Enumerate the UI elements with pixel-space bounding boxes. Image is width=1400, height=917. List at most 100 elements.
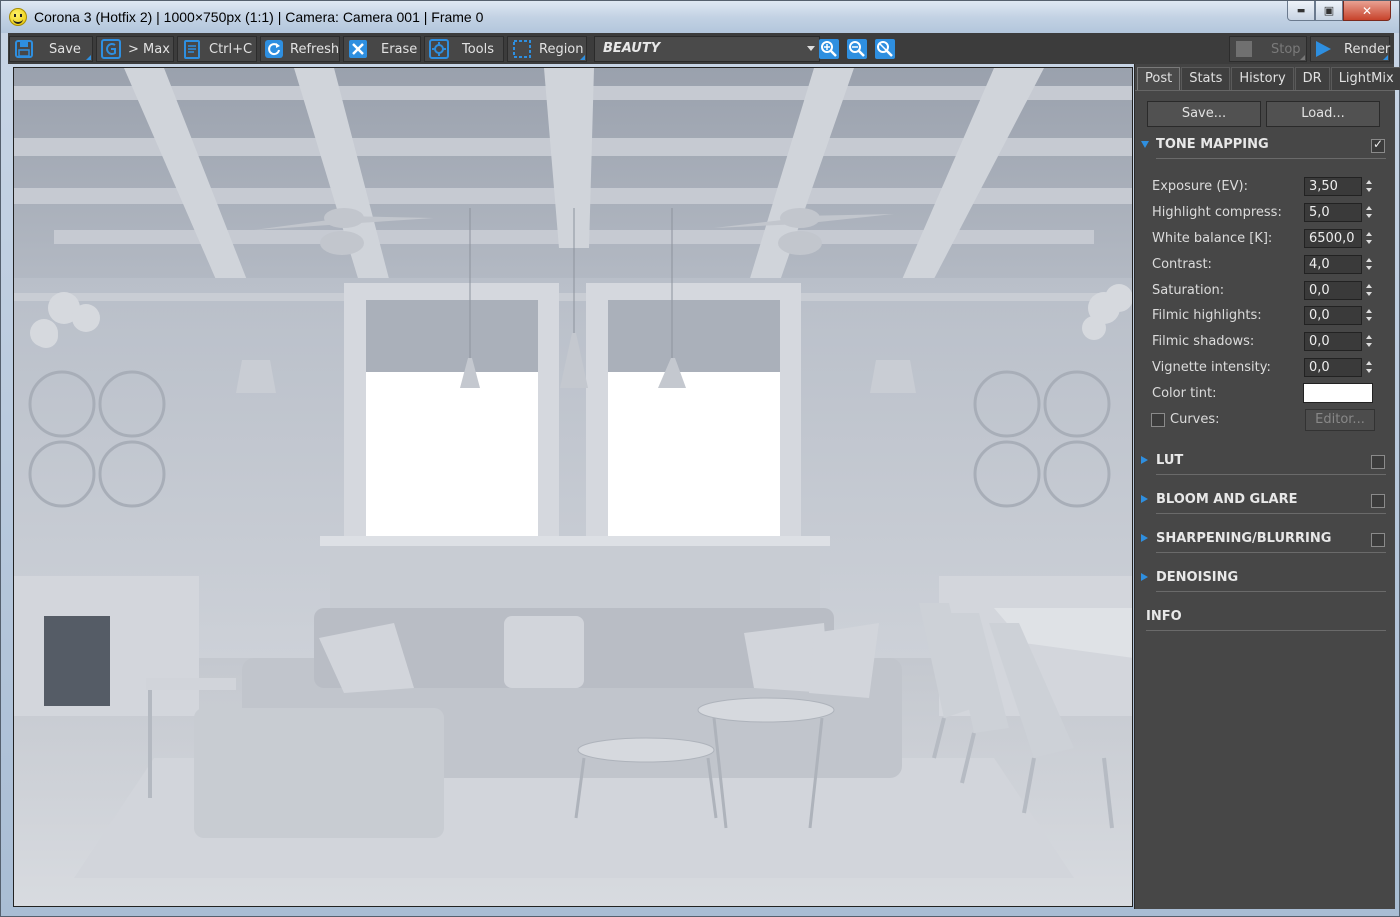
section-info[interactable]: INFO bbox=[1141, 607, 1386, 631]
render-pass-value: BEAUTY bbox=[603, 41, 661, 56]
section-divider bbox=[1156, 474, 1386, 475]
vignette-intensity-row: Vignette intensity: 0,0 bbox=[1152, 357, 1392, 379]
collapse-triangle-icon bbox=[1141, 495, 1148, 503]
color-tint-swatch[interactable] bbox=[1303, 383, 1373, 403]
close-icon: ✕ bbox=[1361, 3, 1373, 18]
render-pass-select[interactable]: BEAUTY bbox=[594, 36, 820, 62]
zoom-in-button[interactable] bbox=[816, 36, 842, 62]
stop-square-icon bbox=[1233, 38, 1255, 60]
window-title: Corona 3 (Hotfix 2) | 1000×750px (1:1) |… bbox=[34, 9, 484, 25]
filmic-highlights-input[interactable]: 0,0 bbox=[1304, 306, 1362, 325]
section-title: TONE MAPPING bbox=[1156, 137, 1269, 152]
section-divider bbox=[1156, 513, 1386, 514]
curves-editor-button[interactable]: Editor... bbox=[1305, 409, 1375, 431]
app-window: Corona 3 (Hotfix 2) | 1000×750px (1:1) |… bbox=[0, 0, 1400, 917]
vignette-intensity-input[interactable]: 0,0 bbox=[1304, 358, 1362, 377]
refresh-button[interactable]: Refresh bbox=[260, 36, 340, 62]
contrast-input[interactable]: 4,0 bbox=[1304, 255, 1362, 274]
saturation-row: Saturation: 0,0 bbox=[1152, 280, 1392, 302]
erase-button[interactable]: Erase bbox=[343, 36, 421, 62]
bloom-checkbox[interactable] bbox=[1371, 494, 1385, 508]
spinner-arrows-icon[interactable] bbox=[1364, 229, 1374, 248]
save-label: Save bbox=[49, 41, 81, 57]
minimize-button[interactable]: ▬ bbox=[1287, 1, 1315, 21]
highlight-compress-input[interactable]: 5,0 bbox=[1304, 203, 1362, 222]
section-tone-mapping[interactable]: TONE MAPPING bbox=[1141, 135, 1386, 159]
section-denoising[interactable]: DENOISING bbox=[1141, 568, 1386, 592]
spinner-arrows-icon[interactable] bbox=[1364, 203, 1374, 222]
color-tint-row: Color tint: bbox=[1152, 383, 1392, 405]
max-logo-icon bbox=[100, 38, 122, 60]
spinner-arrows-icon[interactable] bbox=[1364, 177, 1374, 196]
white-balance-input[interactable]: 6500,0 bbox=[1304, 229, 1362, 248]
panel-tabs: Post Stats History DR LightMix bbox=[1137, 67, 1400, 90]
exposure-input[interactable]: 3,50 bbox=[1304, 177, 1362, 196]
play-icon bbox=[1314, 38, 1332, 60]
zoom-out-button[interactable] bbox=[844, 36, 870, 62]
section-bloom-and-glare[interactable]: BLOOM AND GLARE bbox=[1141, 490, 1386, 514]
section-title: DENOISING bbox=[1156, 570, 1239, 585]
render-button[interactable]: Render bbox=[1310, 36, 1390, 62]
sharpening-checkbox[interactable] bbox=[1371, 533, 1385, 547]
spinner-arrows-icon[interactable] bbox=[1364, 332, 1374, 351]
tab-post[interactable]: Post bbox=[1137, 67, 1181, 90]
title-bar: Corona 3 (Hotfix 2) | 1000×750px (1:1) |… bbox=[1, 1, 1399, 33]
post-save-button[interactable]: Save... bbox=[1147, 101, 1261, 127]
saturation-input[interactable]: 0,0 bbox=[1304, 281, 1362, 300]
stop-button[interactable]: Stop bbox=[1229, 36, 1307, 62]
contrast-label: Contrast: bbox=[1152, 257, 1212, 272]
maximize-button[interactable]: ▣ bbox=[1315, 1, 1343, 21]
tab-lightmix[interactable]: LightMix bbox=[1330, 67, 1400, 90]
stop-label: Stop bbox=[1271, 41, 1301, 57]
zoom-in-icon bbox=[819, 39, 839, 59]
spinner-arrows-icon[interactable] bbox=[1364, 281, 1374, 300]
tools-label: Tools bbox=[462, 41, 495, 57]
dropdown-corner-icon bbox=[1383, 55, 1388, 60]
spinner-arrows-icon[interactable] bbox=[1364, 255, 1374, 274]
tab-stats[interactable]: Stats bbox=[1181, 67, 1231, 90]
spinner-arrows-icon[interactable] bbox=[1364, 358, 1374, 377]
zoom-fit-button[interactable] bbox=[872, 36, 898, 62]
max-label: > Max bbox=[128, 41, 170, 57]
filmic-shadows-input[interactable]: 0,0 bbox=[1304, 332, 1362, 351]
tone-mapping-checkbox[interactable] bbox=[1371, 137, 1385, 153]
curves-label: Curves: bbox=[1170, 412, 1220, 427]
exposure-row: Exposure (EV): 3,50 bbox=[1152, 176, 1392, 198]
render-viewport[interactable] bbox=[13, 67, 1133, 907]
copy-button[interactable]: Ctrl+C bbox=[177, 36, 257, 62]
color-tint-label: Color tint: bbox=[1152, 386, 1217, 401]
spinner-arrows-icon[interactable] bbox=[1364, 306, 1374, 325]
section-sharpening-blurring[interactable]: SHARPENING/BLURRING bbox=[1141, 529, 1386, 553]
lut-checkbox[interactable] bbox=[1371, 455, 1385, 469]
refresh-label: Refresh bbox=[290, 41, 340, 57]
refresh-icon bbox=[264, 38, 284, 60]
close-button[interactable]: ✕ bbox=[1343, 1, 1391, 21]
section-title: LUT bbox=[1156, 453, 1184, 468]
region-select-icon bbox=[511, 38, 533, 60]
copy-label: Ctrl+C bbox=[209, 41, 253, 57]
white-balance-row: White balance [K]: 6500,0 bbox=[1152, 228, 1392, 250]
tools-button[interactable]: Tools bbox=[424, 36, 504, 62]
highlight-compress-row: Highlight compress: 5,0 bbox=[1152, 202, 1392, 224]
collapse-triangle-icon bbox=[1141, 456, 1148, 464]
send-to-max-button[interactable]: > Max bbox=[96, 36, 174, 62]
section-divider bbox=[1156, 591, 1386, 592]
section-lut[interactable]: LUT bbox=[1141, 451, 1386, 475]
section-divider bbox=[1146, 630, 1386, 631]
gear-icon bbox=[428, 38, 450, 60]
dropdown-corner-icon bbox=[580, 55, 585, 60]
post-panel: Post Stats History DR LightMix Save... L… bbox=[1134, 64, 1400, 909]
zoom-out-icon bbox=[847, 39, 867, 59]
curves-checkbox[interactable] bbox=[1151, 413, 1165, 427]
region-button[interactable]: Region bbox=[507, 36, 587, 62]
region-label: Region bbox=[539, 41, 584, 57]
dropdown-corner-icon bbox=[86, 55, 91, 60]
saturation-label: Saturation: bbox=[1152, 283, 1225, 298]
section-title: INFO bbox=[1146, 609, 1182, 624]
tab-history[interactable]: History bbox=[1231, 67, 1294, 90]
post-load-button[interactable]: Load... bbox=[1266, 101, 1380, 127]
tab-dr[interactable]: DR bbox=[1294, 67, 1330, 90]
chevron-down-icon bbox=[807, 46, 815, 51]
save-button[interactable]: Save bbox=[9, 36, 93, 62]
filmic-highlights-label: Filmic highlights: bbox=[1152, 308, 1262, 323]
